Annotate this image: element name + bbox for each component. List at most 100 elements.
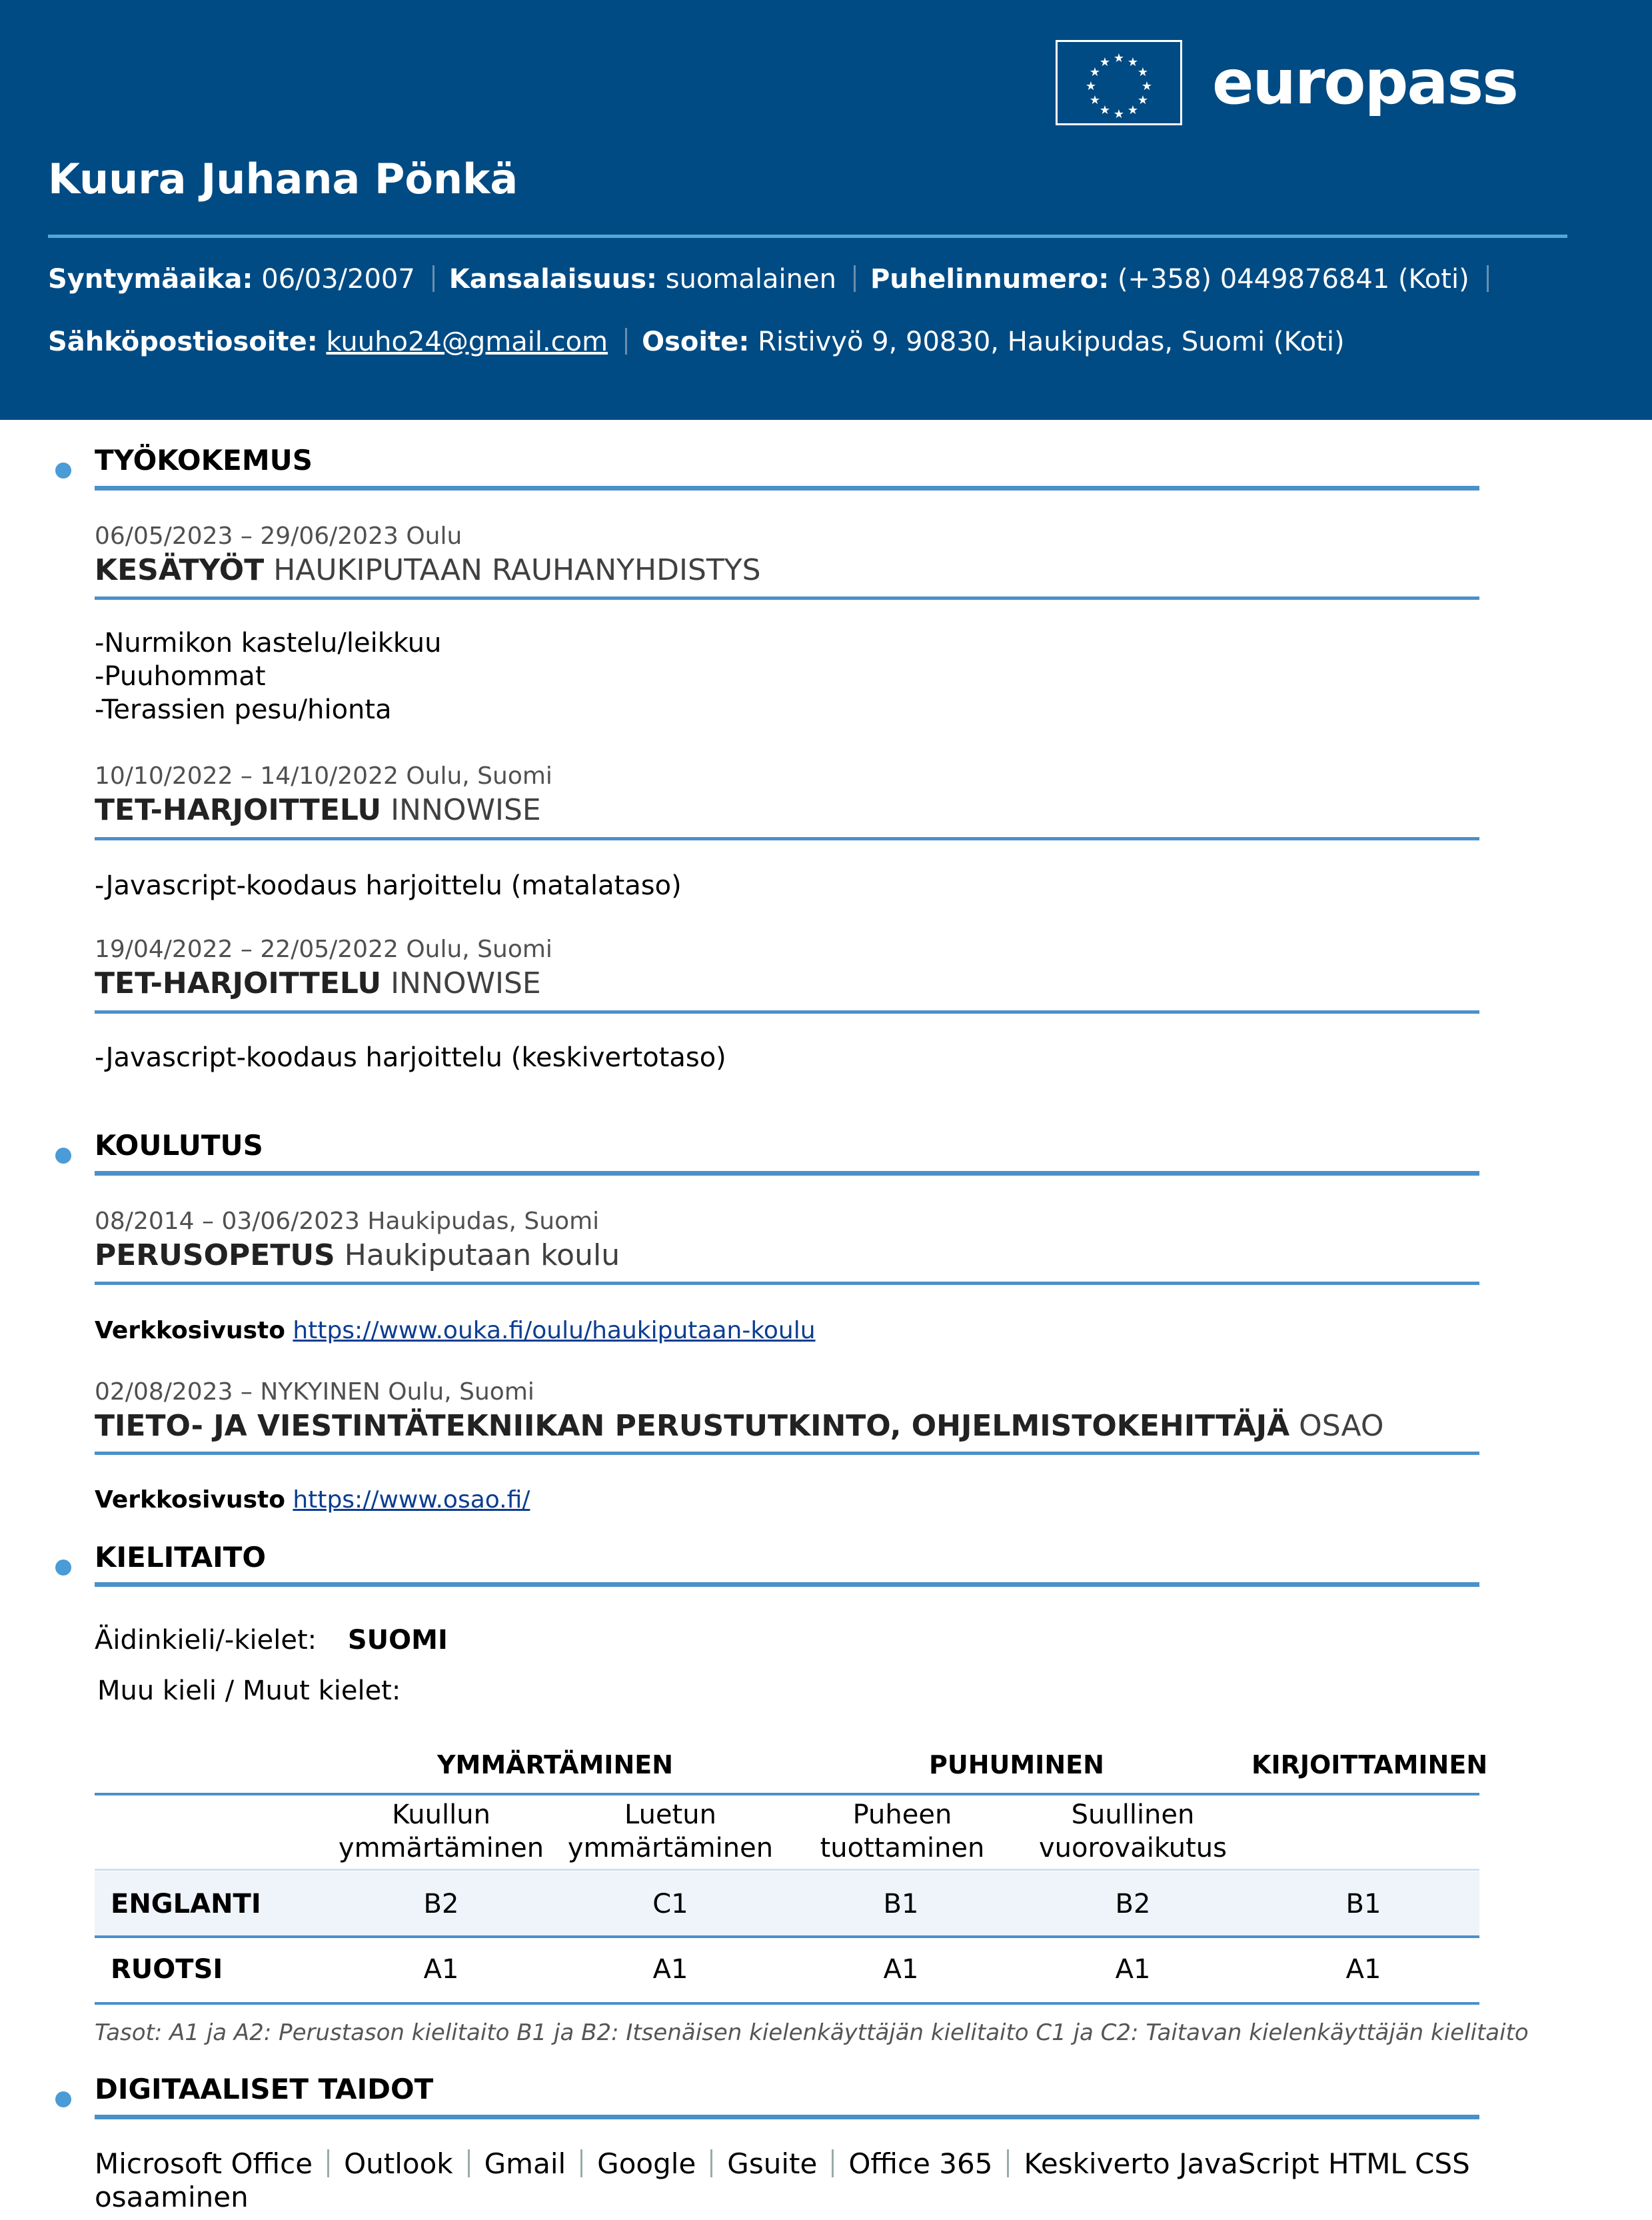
languages-section-title: KIELITAITO [95,1541,267,1574]
separator [432,265,434,292]
education-qualification: TIETO- JA VIESTINTÄTEKNIIKAN PERUSTUTKIN… [95,1409,1290,1443]
svg-text:★: ★ [1114,107,1124,121]
group-writing: KIRJOITTAMINEN [1251,1750,1488,1779]
personal-info-line-2: Sähköpostiosoite: kuuho24@gmail.com Osoit… [48,327,1345,357]
other-languages-label: Muu kieli / Muut kielet: [97,1675,401,1706]
svg-text:★: ★ [1090,65,1100,79]
cv-header: ★ ★ ★ ★ ★ ★ ★ ★ ★ ★ ★ ★ europass Kuura J… [0,0,1652,420]
table-subhead-rule [95,1869,1479,1871]
website-link[interactable]: https://www.ouka.fi/oulu/haukiputaan-kou… [293,1317,815,1344]
education-date: 02/08/2023 – NYKYINEN Oulu, Suomi [95,1378,534,1406]
separator [853,265,856,292]
work-date: 06/05/2023 – 29/06/2023 Oulu [95,523,462,550]
subhead-reading: Luetun ymmärtäminen [567,1799,774,1863]
education-school: OSAO [1299,1409,1384,1443]
europass-logo: ★ ★ ★ ★ ★ ★ ★ ★ ★ ★ ★ ★ europass [1056,40,1519,131]
table-row [95,1871,1479,1935]
person-name: Kuura Juhana Pönkä [48,155,518,203]
work-section-title: TYÖKOKEMUS [95,444,313,477]
table-row-rule [95,1935,1479,1938]
mother-tongue: Äidinkieli/-kielet: SUOMI [95,1625,448,1656]
section-divider [95,1582,1479,1587]
section-bullet [55,1560,71,1576]
entry-divider [95,1282,1479,1285]
svg-text:★: ★ [1100,55,1110,69]
nationality-value: suomalainen [665,264,836,295]
work-role: TET-HARJOITTELU [95,966,382,1000]
email-label: Sähköpostiosoite: [48,327,318,357]
svg-text:★: ★ [1142,79,1152,93]
group-understanding: YMMÄRTÄMINEN [437,1750,674,1779]
levels-note: Tasot: A1 ja A2: Perustason kielitaito B… [95,2019,1529,2046]
education-title: PERUSOPETUS Haukiputaan koulu [95,1238,620,1272]
work-role: KESÄTYÖT [95,553,265,587]
work-description-line: -Terassien pesu/hionta [95,694,392,725]
level-cell: A1 [883,1954,919,1985]
digital-section-title: DIGITAALISET TAIDOT [95,2073,434,2105]
subhead-interaction: Suullinen vuorovaikutus [1039,1799,1227,1863]
skill-item: Keskiverto JavaScript HTML CSS [1024,2147,1470,2180]
website-link[interactable]: https://www.osao.fi/ [293,1486,530,1514]
work-date: 10/10/2022 – 14/10/2022 Oulu, Suomi [95,762,552,790]
svg-text:★: ★ [1128,55,1138,69]
language-name: RUOTSI [111,1954,223,1985]
skill-item: Google [597,2147,696,2180]
separator [467,2149,470,2177]
work-employer: HAUKIPUTAAN RAUHANYHDISTYS [273,553,761,587]
separator [1486,265,1489,292]
level-cell: B2 [1115,1889,1151,1919]
svg-text:★: ★ [1138,65,1148,79]
entry-divider [95,1010,1479,1014]
birth-label: Syntymäaika: [48,264,253,295]
website-label: Verkkosivusto [95,1486,285,1514]
nationality-label: Kansalaisuus: [448,264,658,295]
education-date: 08/2014 – 03/06/2023 Haukipudas, Suomi [95,1208,600,1235]
entry-divider [95,1452,1479,1455]
personal-info-line-1: Syntymäaika: 06/03/2007 Kansalaisuus: suo… [48,264,1503,295]
separator [832,2149,834,2177]
level-cell: C1 [652,1889,688,1919]
skill-item: Gsuite [727,2147,818,2180]
header-divider [48,235,1567,238]
separator [327,2149,330,2177]
svg-text:★: ★ [1100,103,1110,117]
email-link[interactable]: kuuho24@gmail.com [326,327,608,357]
work-title: TET-HARJOITTELU INNOWISE [95,793,541,827]
birth-value: 06/03/2007 [261,264,415,295]
level-cell: A1 [1345,1954,1381,1985]
level-cell: A1 [423,1954,459,1985]
svg-text:★: ★ [1086,79,1096,93]
education-website: Verkkosivusto https://www.ouka.fi/oulu/h… [95,1317,816,1344]
level-cell: B1 [1345,1889,1381,1919]
table-row-rule [95,2002,1479,2005]
education-website: Verkkosivusto https://www.osao.fi/ [95,1486,530,1514]
work-description-line: -Nurmikon kastelu/leikkuu [95,628,442,658]
skill-item: Office 365 [848,2147,993,2180]
work-description-line: -Javascript-koodaus harjoittelu (keskive… [95,1042,726,1073]
level-cell: A1 [652,1954,688,1985]
work-role: TET-HARJOITTELU [95,793,382,827]
work-date: 19/04/2022 – 22/05/2022 Oulu, Suomi [95,936,552,963]
level-cell: A1 [1115,1954,1151,1985]
work-employer: INNOWISE [391,966,541,1000]
address-value: Ristivyö 9, 90830, Haukipudas, Suomi (Ko… [758,327,1345,357]
level-cell: B2 [423,1889,459,1919]
language-name: ENGLANTI [111,1889,261,1919]
group-speaking: PUHUMINEN [929,1750,1104,1779]
skill-item-wrap: osaaminen [95,2181,249,2213]
level-cell: B1 [883,1889,919,1919]
entry-divider [95,837,1479,840]
mother-tongue-value: SUOMI [347,1625,448,1656]
eu-flag-icon: ★ ★ ★ ★ ★ ★ ★ ★ ★ ★ ★ ★ [1056,40,1182,125]
brand-name: europass [1212,47,1519,118]
mother-tongue-label: Äidinkieli/-kielet: [95,1625,317,1656]
section-divider [95,486,1479,491]
svg-text:★: ★ [1114,51,1124,65]
work-employer: INNOWISE [391,793,541,827]
subhead-production: Puheen tuottaminen [820,1799,985,1863]
skill-item: Outlook [344,2147,453,2180]
separator [625,328,628,355]
section-bullet [55,1148,71,1164]
education-section-title: KOULUTUS [95,1129,263,1162]
education-school: Haukiputaan koulu [344,1238,620,1272]
